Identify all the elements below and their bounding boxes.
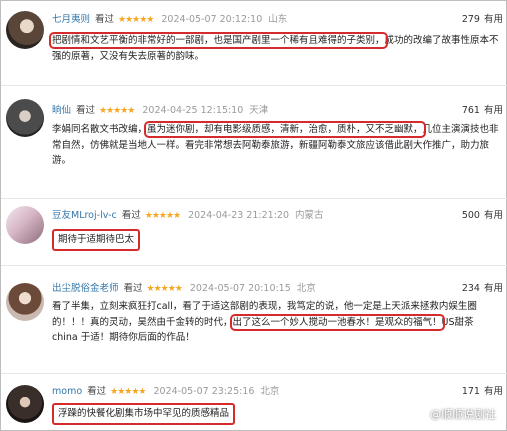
divider bbox=[1, 85, 507, 86]
review-text: 李娟同名散文书改编，虽为迷你剧，却有电影级质感，清新，治愈，质朴，又不乏幽默，几… bbox=[52, 121, 500, 169]
seen-label: 看过 bbox=[76, 105, 96, 116]
review-location: 内蒙古 bbox=[295, 210, 324, 221]
seen-label: 看过 bbox=[121, 210, 141, 221]
highlighted-quote: 期待于适期待巴太 bbox=[52, 229, 141, 251]
useful-button[interactable]: 有用 bbox=[484, 105, 503, 116]
username[interactable]: 七月夷则 bbox=[52, 14, 90, 25]
review-list: 七月夷则 看过 ★★★★★ 2024-05-07 20:12:10 山东 279 有用 把… bbox=[0, 0, 507, 431]
avatar[interactable] bbox=[6, 283, 44, 321]
avatar[interactable] bbox=[6, 206, 44, 244]
review-date: 2024-04-23 21:21:20 bbox=[188, 210, 289, 221]
divider bbox=[1, 265, 507, 266]
username[interactable]: 晌仙 bbox=[52, 105, 71, 116]
useful-vote[interactable]: 171 有用 bbox=[462, 385, 503, 399]
useful-count: 500 bbox=[461, 210, 480, 221]
rating-stars: ★★★★★ bbox=[118, 15, 154, 25]
seen-label: 看过 bbox=[95, 14, 115, 25]
review-text: 看了半集，立刻来疯狂打call，看了于适这部剧的表现，我笃定的说，他一定是上天派… bbox=[52, 299, 500, 346]
review-header: 豆友MLroj-lv-c 看过 ★★★★★ 2024-04-23 21:21:20 内蒙… bbox=[52, 209, 324, 223]
useful-vote[interactable]: 500 有用 bbox=[462, 209, 503, 223]
rating-stars: ★★★★★ bbox=[110, 387, 146, 397]
useful-vote[interactable]: 761 有用 bbox=[462, 104, 503, 118]
review-date: 2024-05-07 20:10:15 bbox=[189, 283, 291, 294]
avatar[interactable] bbox=[6, 99, 44, 137]
review-location: 北京 bbox=[296, 283, 316, 294]
divider bbox=[1, 198, 507, 199]
review-date: 2024-05-07 20:12:10 bbox=[161, 14, 263, 25]
useful-count: 279 bbox=[461, 14, 480, 25]
seen-label: 看过 bbox=[123, 283, 143, 294]
review-date: 2024-04-25 12:15:10 bbox=[142, 105, 244, 116]
review-header: 晌仙 看过 ★★★★★ 2024-04-25 12:15:10 天津 bbox=[52, 104, 268, 118]
rating-stars: ★★★★★ bbox=[144, 211, 181, 221]
review-header: momo 看过 ★★★★★ 2024-05-07 23:25:16 北京 bbox=[52, 385, 279, 399]
review-text: 把剧情和文艺平衡的非常好的一部剧，也是国产剧里一个稀有且难得的子类别，成功的改编… bbox=[49, 32, 500, 64]
useful-button[interactable]: 有用 bbox=[484, 14, 503, 25]
useful-vote[interactable]: 234 有用 bbox=[462, 282, 503, 296]
username[interactable]: 出尘脱俗金老师 bbox=[52, 283, 119, 294]
review-location: 天津 bbox=[249, 105, 269, 116]
avatar[interactable] bbox=[6, 11, 44, 49]
username[interactable]: momo bbox=[52, 386, 82, 397]
highlighted-quote: 浮躁的快餐化剧集市场中罕见的质感精品 bbox=[52, 403, 236, 425]
rating-stars: ★★★★★ bbox=[99, 106, 135, 116]
rating-stars: ★★★★★ bbox=[146, 284, 183, 294]
useful-vote[interactable]: 279 有用 bbox=[462, 13, 503, 27]
watermark: @顺顺说剧社 bbox=[430, 408, 496, 421]
useful-count: 761 bbox=[461, 105, 480, 116]
useful-button[interactable]: 有用 bbox=[484, 210, 503, 221]
review-header: 七月夷则 看过 ★★★★★ 2024-05-07 20:12:10 山东 bbox=[52, 13, 287, 27]
useful-button[interactable]: 有用 bbox=[484, 283, 503, 294]
review-text-before: 李娟同名散文书改编， bbox=[52, 124, 148, 135]
useful-button[interactable]: 有用 bbox=[484, 386, 503, 397]
highlighted-quote: 出了这么一个妙人搅动一池春水！是观众的福气！ bbox=[229, 313, 445, 331]
username[interactable]: 豆友MLroj-lv-c bbox=[52, 210, 117, 221]
review-location: 山东 bbox=[268, 14, 288, 25]
divider bbox=[1, 373, 507, 374]
review-text: 期待于适期待巴太 bbox=[52, 229, 500, 251]
seen-label: 看过 bbox=[87, 386, 107, 397]
review-location: 北京 bbox=[260, 386, 280, 397]
highlighted-quote: 虽为迷你剧，却有电影级质感，清新，治愈，质朴，又不乏幽默， bbox=[144, 121, 426, 138]
useful-count: 234 bbox=[461, 283, 480, 294]
useful-count: 171 bbox=[461, 386, 480, 397]
avatar[interactable] bbox=[6, 385, 44, 423]
highlighted-quote: 把剧情和文艺平衡的非常好的一部剧，也是国产剧里一个稀有且难得的子类别， bbox=[49, 32, 388, 49]
review-date: 2024-05-07 23:25:16 bbox=[153, 386, 255, 397]
review-header: 出尘脱俗金老师 看过 ★★★★★ 2024-05-07 20:10:15 北京 bbox=[52, 282, 316, 296]
